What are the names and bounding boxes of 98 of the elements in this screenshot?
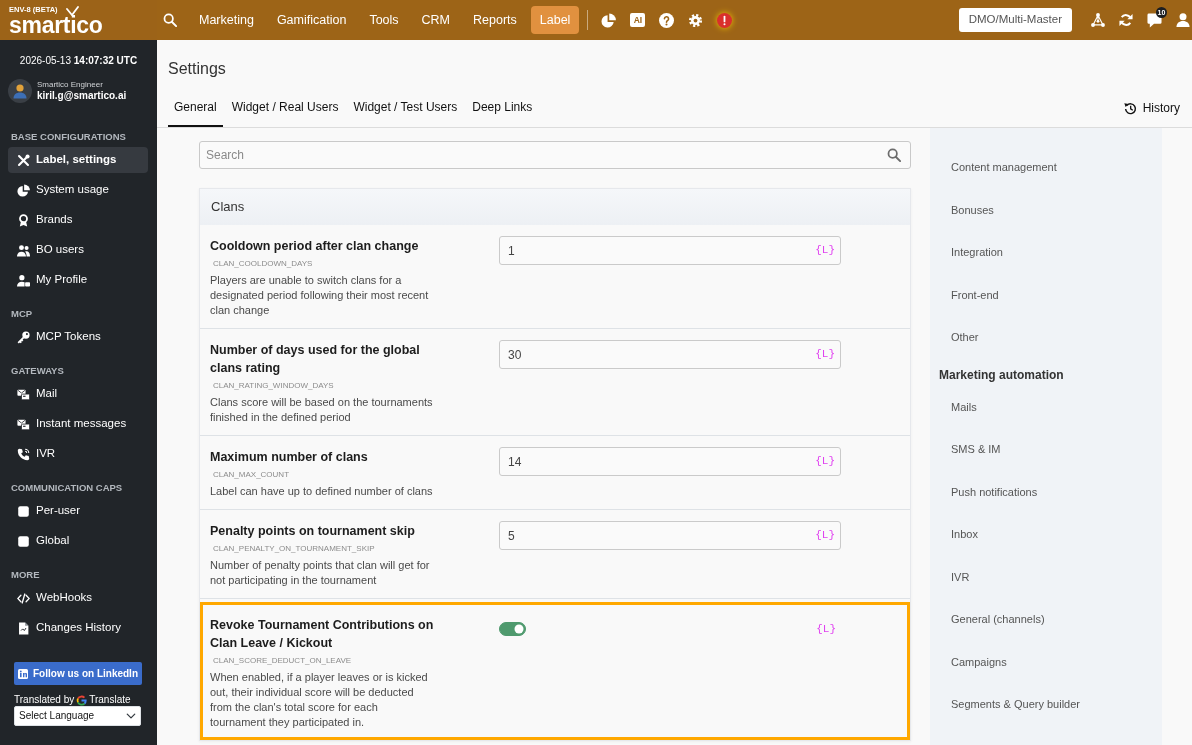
users-icon [17,243,30,257]
setting-description: Clans score will be based on the tournaments finished in the defined period [210,395,434,425]
logo-mark-icon [66,6,79,16]
sidebar-item[interactable]: System usage [8,177,148,203]
square-logo-icon [18,668,28,679]
setting-key: CLAN_SCORE_DEDUCT_ON_LEAVE [213,655,352,667]
user-card-icon [17,273,30,287]
pie-chart-icon [17,183,30,197]
settings-nav-link[interactable]: Integration [930,231,1003,274]
setting-title: Penalty points on tournament skip [210,523,416,540]
sidebar-item[interactable]: Global [8,528,148,554]
search-field[interactable]: Search [199,141,911,169]
settings-tab[interactable]: Widget / Test Users [347,89,464,127]
settings-nav-link[interactable]: Segments & Query builder [930,683,1080,726]
setting-key: CLAN_MAX_COUNT [213,469,289,481]
setting-key: CLAN_PENALTY_ON_TOURNAMENT_SKIP [213,543,375,555]
search-icon[interactable] [163,13,177,27]
toggle-switch[interactable] [499,622,526,636]
envelopes-icon [17,417,30,431]
setting-title: Cooldown period after clan change [210,238,420,255]
settings-icon[interactable] [688,12,704,28]
sidebar-item[interactable]: My Profile [8,267,148,293]
user-role: Smartico Engineer [37,80,103,90]
history-icon [1123,102,1137,115]
brand-logo: smartico [9,14,103,36]
pie-chart-icon[interactable] [601,12,617,28]
sidebar-section-title: GATEWAYS [10,364,64,378]
sidebar-section-title: MORE [10,568,40,582]
top-nav-item[interactable]: Tools [360,6,408,34]
alert-icon[interactable] [717,12,733,28]
sidebar-section-title: BASE CONFIGURATIONS [10,130,126,144]
sidebar-item[interactable]: IVR [8,441,148,467]
setting-title: Revoke Tournament Contributions on Clan Leave / Kickout [210,617,435,652]
top-nav-item[interactable]: CRM [412,6,460,34]
search-icon[interactable] [887,148,901,162]
network-icon[interactable] [1091,13,1105,27]
section-title: Clans [200,189,910,225]
settings-nav-link[interactable]: Push notifications [930,470,1038,513]
settings-tab[interactable]: General [168,89,223,127]
award-icon [17,213,30,227]
code-icon [17,591,30,605]
sidebar-item[interactable]: Per-user [8,498,148,524]
refresh-icon[interactable] [1119,13,1133,27]
page-title: Settings [168,59,227,79]
envelopes-icon [17,387,30,401]
sidebar-item[interactable]: WebHooks [8,585,148,611]
setting-description: Label can have up to defined number of clans [210,484,434,499]
square-icon [17,534,30,548]
setting-title: Maximum number of clans [210,449,369,466]
translated-by-label: Translated by [14,694,75,706]
clock-text: 2026-05-13 14:07:32 UTC [18,54,139,68]
sidebar-section-title: COMMUNICATION CAPS [10,481,123,495]
g-logo-icon [76,694,88,706]
sidebar-item[interactable]: BO users [8,237,148,263]
settings-nav-link[interactable]: Content management [930,146,1057,189]
setting-description: Number of penalty points that clan will get for not participating in the tournament [210,558,431,588]
sidebar-item[interactable]: Label, settings [8,147,148,173]
key-icon [17,330,30,344]
file-icon [17,621,30,635]
tools-icon [17,153,30,167]
setting-description: When enabled, if a player leaves or is kicked out, their individual score will be deducted from the clan's total score for each tournament they participated in. [210,670,429,730]
setting-title: Number of days used for the global clans rating [210,342,421,377]
settings-tab[interactable]: Deep Links [466,89,539,127]
linkedin-button[interactable]: Follow us on LinkedIn [14,662,142,685]
phone-icon [17,447,30,461]
top-nav-item[interactable]: Marketing [190,6,263,34]
settings-nav-link[interactable]: Other [930,316,979,359]
user-icon[interactable] [1176,13,1190,27]
settings-nav-link[interactable]: IVR [930,555,970,598]
account-button[interactable]: DMO/Multi-Master [958,8,1072,32]
avatar-icon [8,79,32,103]
sidebar-item[interactable]: MCP Tokens [8,324,148,350]
sidebar-item[interactable]: Mail [8,381,148,407]
language-select[interactable]: Select Language [14,706,141,726]
settings-nav-link[interactable]: Bonuses [930,188,994,231]
user-email: kiril.g@smartico.ai [37,90,127,102]
ai-button[interactable]: AI [630,13,646,27]
settings-nav-link[interactable]: SMS & IM [930,428,1001,471]
setting-key: CLAN_RATING_WINDOW_DAYS [213,380,334,392]
settings-nav-link[interactable]: Campaigns [930,640,1007,683]
settings-tab[interactable]: Widget / Real Users [225,89,345,127]
setting-description: Players are unable to switch clans for a designated period following their most recent clan change [210,273,430,318]
setting-key: CLAN_COOLDOWN_DAYS [213,258,313,270]
settings-nav-link[interactable]: Front-end [930,273,999,316]
translate-label: Translate [89,694,131,706]
sidebar-item[interactable]: Brands [8,207,148,233]
sidebar-section-title: MCP [10,307,33,321]
top-nav-item[interactable]: Reports [464,6,526,34]
settings-nav-group: Marketing automation [930,358,1064,386]
sidebar-item[interactable]: Instant messages [8,411,148,437]
sidebar-item[interactable]: Changes History [8,615,148,641]
square-icon [17,504,30,518]
help-icon[interactable] [659,12,675,28]
settings-nav-link[interactable]: General (channels) [930,598,1045,641]
settings-nav-link[interactable]: Inbox [930,513,978,556]
settings-nav-link[interactable]: Mails [930,385,977,428]
top-nav-item[interactable]: Gamification [267,6,356,34]
history-button[interactable]: History [1123,100,1180,127]
